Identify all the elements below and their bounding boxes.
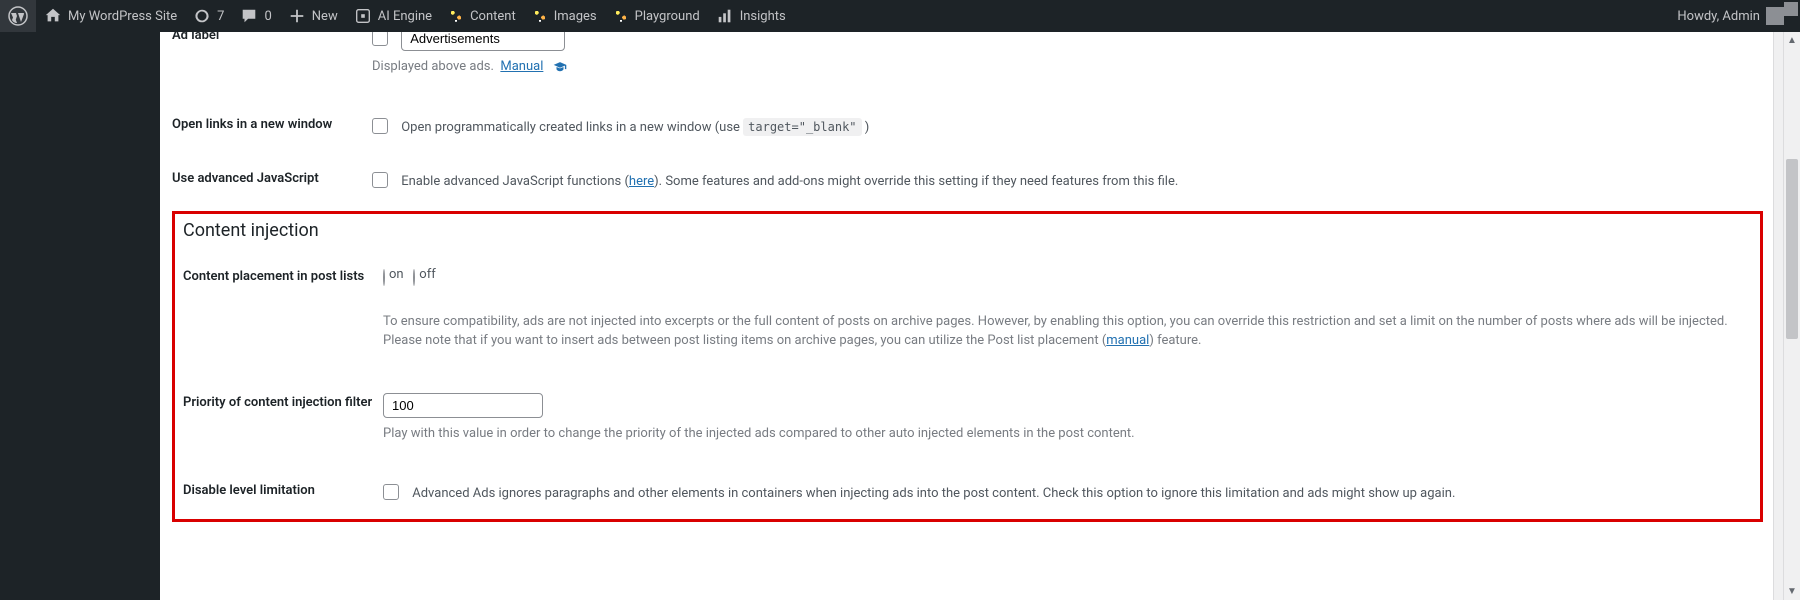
comments-menu[interactable]: 0 (232, 0, 279, 32)
new-label: New (312, 9, 338, 24)
my-account-menu[interactable]: Howdy, Admin (1669, 0, 1792, 32)
scroll-up-arrow[interactable]: ▲ (1784, 32, 1800, 49)
ai-engine-icon (354, 7, 372, 25)
placement-desc-after: ) feature. (1149, 333, 1201, 348)
sparkle-icon (532, 8, 548, 24)
plus-icon (288, 7, 306, 25)
ad-label-heading: Ad label (172, 32, 372, 43)
ai-engine-menu[interactable]: AI Engine (346, 0, 440, 32)
adv-js-here-link[interactable]: here (629, 174, 654, 189)
ai-engine-label: AI Engine (378, 9, 432, 24)
adv-js-text-after: ). Some features and add-ons might overr… (654, 174, 1178, 189)
open-links-text-before: Open programmatically created links in a… (401, 120, 743, 135)
disable-level-heading: Disable level limitation (183, 481, 383, 498)
priority-input[interactable] (383, 393, 543, 418)
ad-label-manual-link[interactable]: Manual (500, 59, 543, 74)
comment-icon (240, 7, 258, 25)
priority-heading: Priority of content injection filter (183, 393, 383, 410)
vertical-scrollbar[interactable]: ▲ ▼ (1783, 32, 1800, 600)
placement-desc-before: To ensure compatibility, ads are not inj… (383, 314, 1728, 349)
admin-menu-sidebar[interactable] (0, 32, 160, 600)
admin-bar: My WordPress Site 7 0 New AI Engine Cont… (0, 0, 1800, 32)
open-links-heading: Open links in a new window (172, 115, 372, 132)
site-name-menu[interactable]: My WordPress Site (36, 0, 185, 32)
priority-desc: Play with this value in order to change … (383, 424, 1752, 444)
insights-label: Insights (740, 9, 786, 24)
updates-count: 7 (217, 9, 224, 24)
avatar (1766, 7, 1784, 25)
placement-heading: Content placement in post lists (183, 267, 383, 284)
placement-on-label: on (389, 267, 404, 282)
updates-menu[interactable]: 7 (185, 0, 232, 32)
wordpress-icon (8, 6, 28, 26)
scroll-down-arrow[interactable]: ▼ (1784, 583, 1800, 600)
placement-manual-link[interactable]: manual (1106, 333, 1149, 348)
adv-js-heading: Use advanced JavaScript (172, 169, 372, 186)
playground-label: Playground (635, 9, 700, 24)
new-content-menu[interactable]: New (280, 0, 346, 32)
open-links-code: target="_blank" (743, 118, 861, 136)
adv-js-checkbox[interactable] (372, 172, 388, 188)
site-name-label: My WordPress Site (68, 9, 177, 24)
sparkle-icon (448, 8, 464, 24)
placement-off-label: off (419, 267, 435, 282)
scroll-track[interactable] (1784, 49, 1800, 583)
comments-count: 0 (264, 9, 271, 24)
insights-menu[interactable]: Insights (708, 0, 794, 32)
adv-js-text-before: Enable advanced JavaScript functions ( (401, 174, 629, 189)
disable-level-desc: Advanced Ads ignores paragraphs and othe… (412, 486, 1455, 501)
settings-panel: Ad label Displayed above ads. Manual Ope… (160, 32, 1774, 600)
disable-level-checkbox[interactable] (383, 484, 399, 500)
home-icon (44, 7, 62, 25)
chart-icon (716, 7, 734, 25)
images-menu[interactable]: Images (524, 0, 605, 32)
open-links-checkbox[interactable] (372, 118, 388, 134)
placement-on-radio[interactable] (383, 269, 385, 286)
ad-label-text-input[interactable] (401, 32, 565, 51)
screen-options-toggle[interactable] (1784, 2, 1798, 16)
graduation-cap-icon (553, 60, 567, 74)
playground-menu[interactable]: Playground (605, 0, 708, 32)
scroll-thumb[interactable] (1786, 159, 1798, 339)
content-injection-section: Content injection Content placement in p… (172, 211, 1763, 523)
sparkle-icon (613, 8, 629, 24)
content-label: Content (470, 9, 516, 24)
images-label: Images (554, 9, 597, 24)
ad-label-desc: Displayed above ads. (372, 59, 494, 74)
update-icon (193, 7, 211, 25)
wp-logo[interactable] (0, 0, 36, 32)
open-links-text-after: ) (862, 120, 870, 135)
howdy-label: Howdy, Admin (1677, 9, 1760, 24)
placement-off-radio[interactable] (413, 269, 415, 286)
content-menu[interactable]: Content (440, 0, 524, 32)
content-injection-heading: Content injection (183, 216, 1752, 243)
ad-label-enable-checkbox[interactable] (372, 32, 388, 46)
